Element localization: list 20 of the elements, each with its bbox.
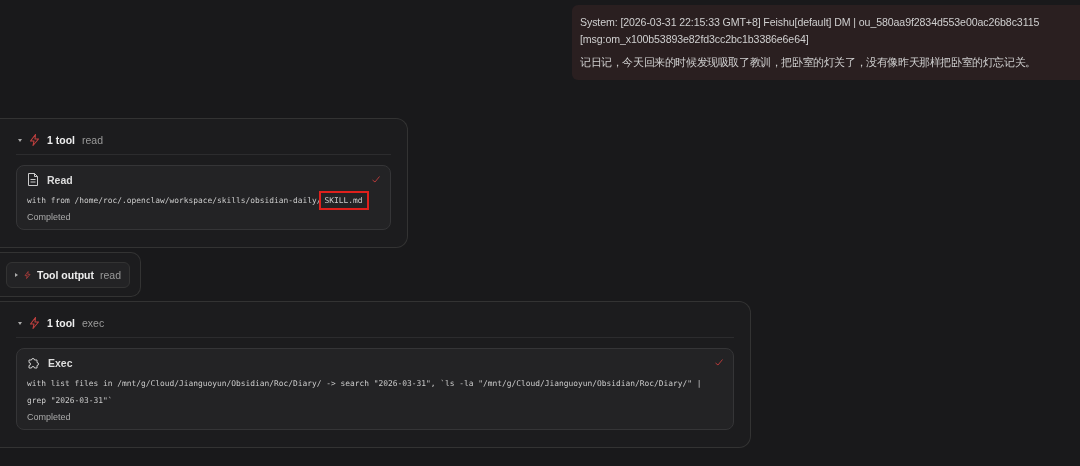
system-text: System: [2026-03-31 22:15:33 GMT+8] Feishu[default] DM | ou_580aa9f2834d553e00ac26b8c3115 — [580, 15, 1041, 30]
tool-output-toggle[interactable]: Tool output read — [6, 262, 130, 288]
tool-name: read — [82, 134, 103, 146]
tool-title: Exec — [48, 356, 73, 369]
status-text: Completed — [27, 212, 72, 222]
status-text: Completed — [27, 412, 72, 422]
message-text: 记日记，今天回来的时候发现吸取了教训，把卧室的灯关了，没有像昨天那样把卧室的灯忘记关。 — [580, 55, 1037, 70]
document-icon — [27, 173, 39, 186]
caret-right-icon[interactable] — [15, 273, 18, 277]
system-text: [msg:om_x100b53893e82fd3cc2bc1b3386e6e64] — [580, 32, 810, 47]
bolt-icon — [29, 317, 40, 329]
tool-name: exec — [82, 317, 105, 329]
caret-down-icon[interactable] — [18, 138, 22, 142]
tool-count: 1 tool — [47, 317, 75, 329]
bolt-icon — [29, 134, 40, 146]
tool-title: Read — [47, 173, 73, 186]
caret-down-icon[interactable] — [18, 321, 22, 325]
tool-count: 1 tool — [47, 134, 75, 146]
bolt-icon — [24, 269, 32, 281]
puzzle-icon — [27, 356, 40, 369]
